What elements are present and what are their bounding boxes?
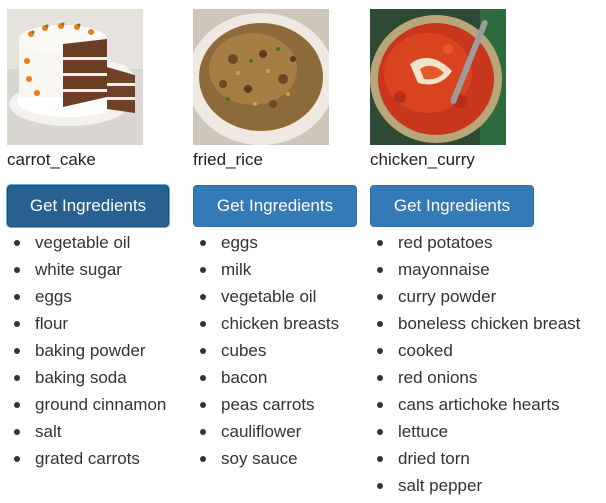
list-item: eggs xyxy=(193,229,358,256)
recipe-card-fried-rice: fried_rice Get Ingredients eggs milk veg… xyxy=(193,9,358,472)
list-item: grated carrots xyxy=(7,445,185,472)
list-item: milk xyxy=(193,256,358,283)
list-item: chicken breasts xyxy=(193,310,358,337)
list-item: cauliflower xyxy=(193,418,358,445)
list-item: white sugar xyxy=(7,256,185,283)
list-item: soy sauce xyxy=(193,445,358,472)
get-ingredients-button[interactable]: Get Ingredients xyxy=(7,185,169,227)
recipe-name: carrot_cake xyxy=(7,150,96,169)
list-item: curry powder xyxy=(370,283,606,310)
list-item: lettuce xyxy=(370,418,606,445)
list-item: cubes xyxy=(193,337,358,364)
list-item: eggs xyxy=(7,283,185,310)
ingredient-list: eggs milk vegetable oil chicken breasts … xyxy=(193,229,358,472)
recipe-card-chicken-curry: chicken_curry Get Ingredients red potato… xyxy=(370,9,606,499)
list-item: salt pepper xyxy=(370,472,606,499)
list-item: red potatoes xyxy=(370,229,606,256)
list-item: baking powder xyxy=(7,337,185,364)
recipe-name: fried_rice xyxy=(193,150,263,169)
get-ingredients-button[interactable]: Get Ingredients xyxy=(193,185,357,227)
list-item: vegetable oil xyxy=(193,283,358,310)
list-item: peas carrots xyxy=(193,391,358,418)
list-item: baking soda xyxy=(7,364,185,391)
list-item: vegetable oil xyxy=(7,229,185,256)
chicken-curry-image xyxy=(370,9,506,145)
list-item: bacon xyxy=(193,364,358,391)
list-item: dried torn xyxy=(370,445,606,472)
fried-rice-image xyxy=(193,9,329,145)
get-ingredients-button[interactable]: Get Ingredients xyxy=(370,185,534,227)
list-item: ground cinnamon xyxy=(7,391,185,418)
ingredient-list: red potatoes mayonnaise curry powder bon… xyxy=(370,229,606,499)
list-item: boneless chicken breast xyxy=(370,310,606,337)
recipe-card-carrot-cake: carrot_cake Get Ingredients vegetable oi… xyxy=(7,9,185,472)
list-item: mayonnaise xyxy=(370,256,606,283)
list-item: red onions xyxy=(370,364,606,391)
list-item: cans artichoke hearts xyxy=(370,391,606,418)
list-item: cooked xyxy=(370,337,606,364)
recipe-name: chicken_curry xyxy=(370,150,475,169)
list-item: flour xyxy=(7,310,185,337)
ingredient-list: vegetable oil white sugar eggs flour bak… xyxy=(7,229,185,472)
carrot-cake-image xyxy=(7,9,143,145)
list-item: salt xyxy=(7,418,185,445)
